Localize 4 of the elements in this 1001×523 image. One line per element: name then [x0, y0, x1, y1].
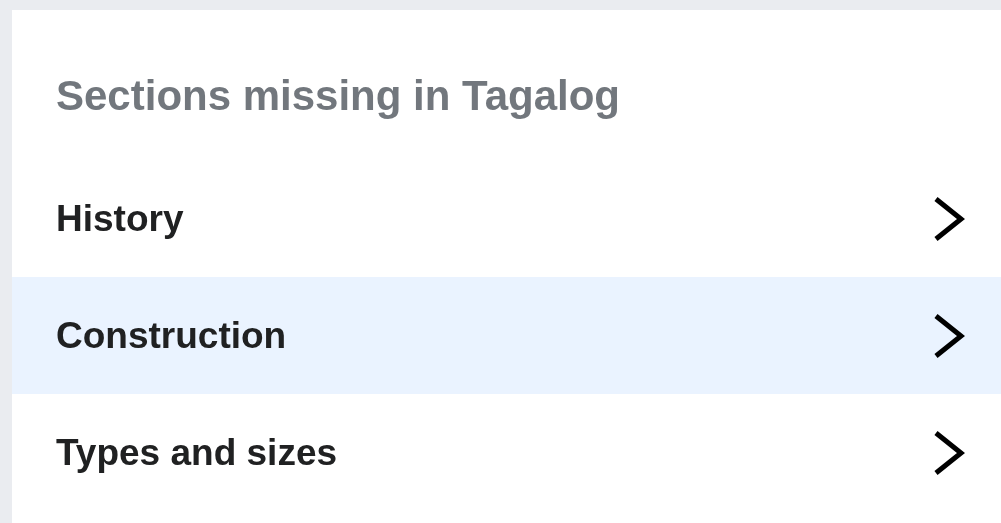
section-item[interactable]: History — [12, 160, 1001, 277]
section-item[interactable]: Construction — [12, 277, 1001, 394]
section-item[interactable]: Types and sizes — [12, 394, 1001, 511]
section-heading: Sections missing in Tagalog — [55, 72, 621, 121]
